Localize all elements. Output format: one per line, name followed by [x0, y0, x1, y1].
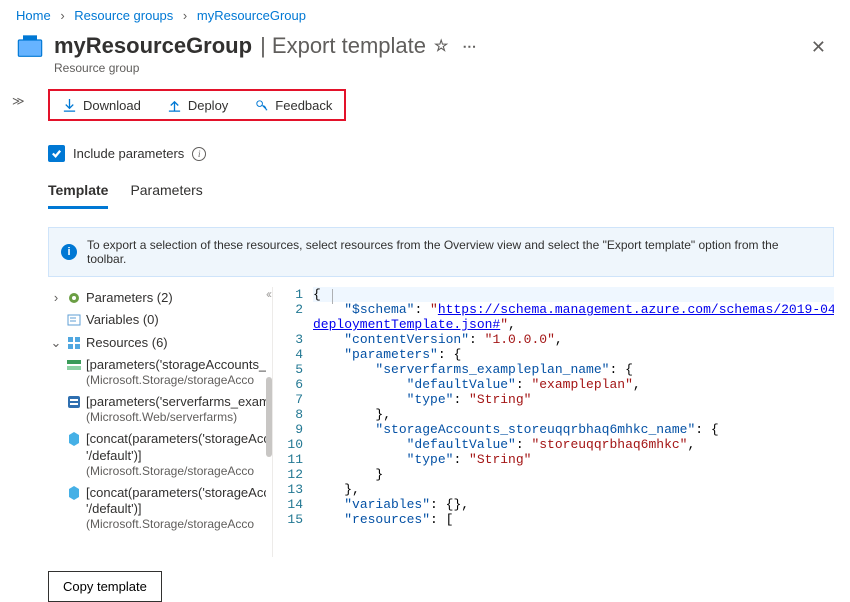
- tree-resource-item[interactable]: [concat(parameters('storageAcc'/default'…: [48, 428, 266, 482]
- deploy-icon: [167, 98, 182, 113]
- tab-template[interactable]: Template: [48, 176, 108, 209]
- tab-bar: Template Parameters: [48, 176, 834, 209]
- storage-account-icon: [66, 357, 82, 373]
- include-parameters-label: Include parameters: [73, 146, 184, 161]
- more-menu-icon[interactable]: ⋯: [456, 38, 482, 55]
- copy-template-button[interactable]: Copy template: [48, 571, 162, 602]
- tree-node-resources[interactable]: ⌄ Resources (6): [48, 332, 266, 354]
- download-button[interactable]: Download: [58, 96, 145, 115]
- info-banner: i To export a selection of these resourc…: [48, 227, 834, 277]
- collapse-tree-icon[interactable]: ‹‹: [266, 287, 270, 301]
- resource-group-icon: [16, 33, 44, 61]
- breadcrumb-current[interactable]: myResourceGroup: [197, 8, 306, 23]
- resources-icon: [66, 335, 82, 351]
- download-icon: [62, 98, 77, 113]
- feedback-button[interactable]: Feedback: [250, 96, 336, 115]
- variables-icon: [66, 312, 82, 328]
- feedback-icon: [254, 98, 269, 113]
- breadcrumb-sep: ›: [60, 8, 64, 23]
- storage-resource-icon: [66, 485, 82, 501]
- breadcrumb-sep: ›: [183, 8, 187, 23]
- deploy-button[interactable]: Deploy: [163, 96, 232, 115]
- tree-node-variables[interactable]: Variables (0): [48, 309, 266, 331]
- info-text: To export a selection of these resources…: [87, 238, 821, 266]
- include-parameters-checkbox[interactable]: [48, 145, 65, 162]
- serverfarm-icon: [66, 394, 82, 410]
- template-editor[interactable]: 1{ 2 "$schema": "https://schema.manageme…: [272, 287, 834, 557]
- chevron-down-icon: ⌄: [50, 335, 62, 351]
- command-bar: Download Deploy Feedback: [48, 89, 346, 121]
- storage-resource-icon: [66, 431, 82, 447]
- favorite-star-icon[interactable]: ☆: [434, 36, 448, 56]
- tree-resource-item[interactable]: [concat(parameters('storageAcc'/default'…: [48, 482, 266, 536]
- info-icon[interactable]: i: [192, 147, 206, 161]
- resource-tree: ‹‹ › Parameters (2) Variables (0) ⌄ Reso…: [48, 287, 272, 557]
- tab-parameters[interactable]: Parameters: [130, 176, 202, 209]
- breadcrumb: Home › Resource groups › myResourceGroup: [0, 0, 850, 27]
- resource-type-label: Resource group: [54, 61, 803, 75]
- info-circle-icon: i: [61, 244, 77, 260]
- tree-node-parameters[interactable]: › Parameters (2): [48, 287, 266, 309]
- expand-menu-icon[interactable]: ≫: [12, 94, 25, 108]
- breadcrumb-home[interactable]: Home: [16, 8, 51, 23]
- tree-resource-item[interactable]: [parameters('serverfarms_exam(Microsoft.…: [48, 391, 266, 428]
- chevron-right-icon: ›: [50, 290, 62, 306]
- tree-resource-item[interactable]: [parameters('storageAccounts_s(Microsoft…: [48, 354, 266, 391]
- breadcrumb-group[interactable]: Resource groups: [74, 8, 173, 23]
- page-title: myResourceGroup | Export template ☆ ⋯: [54, 33, 803, 59]
- page-header: myResourceGroup | Export template ☆ ⋯ Re…: [0, 27, 850, 81]
- parameters-icon: [66, 290, 82, 306]
- close-icon[interactable]: ✕: [803, 33, 834, 62]
